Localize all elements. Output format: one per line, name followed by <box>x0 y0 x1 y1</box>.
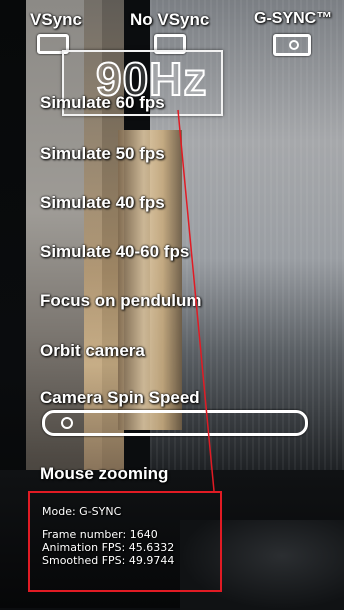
mode-no-vsync-label: No VSync <box>130 10 210 29</box>
menu-simulate-40-60[interactable]: Simulate 40-60 fps <box>40 242 189 262</box>
stats-smoothed-fps: Smoothed FPS: 49.9744 <box>42 554 175 567</box>
mode-gsync-radio[interactable] <box>273 34 311 56</box>
camera-spin-speed-slider[interactable] <box>42 410 308 436</box>
menu-mouse-zooming[interactable]: Mouse zooming <box>40 464 168 484</box>
stats-panel: Mode: G-SYNC Frame number: 1640 Animatio… <box>42 505 174 567</box>
menu-focus-pendulum[interactable]: Focus on pendulum <box>40 291 202 311</box>
stats-mode: Mode: G-SYNC <box>42 505 122 518</box>
background-pendulum-column <box>118 130 182 430</box>
menu-simulate-50[interactable]: Simulate 50 fps <box>40 144 165 164</box>
stats-animation-fps: Animation FPS: 45.6332 <box>42 541 175 554</box>
mode-gsync-label: G-SYNC™ <box>254 10 333 27</box>
stats-frame-number: Frame number: 1640 <box>42 528 158 541</box>
menu-simulate-60[interactable]: Simulate 60 fps <box>40 93 165 113</box>
slider-handle[interactable] <box>60 417 73 429</box>
menu-simulate-40[interactable]: Simulate 40 fps <box>40 193 165 213</box>
radio-selected-dot-icon <box>289 40 299 50</box>
camera-spin-speed-label: Camera Spin Speed <box>40 388 200 407</box>
menu-orbit-camera[interactable]: Orbit camera <box>40 341 145 361</box>
mode-vsync-label: VSync <box>30 10 82 29</box>
